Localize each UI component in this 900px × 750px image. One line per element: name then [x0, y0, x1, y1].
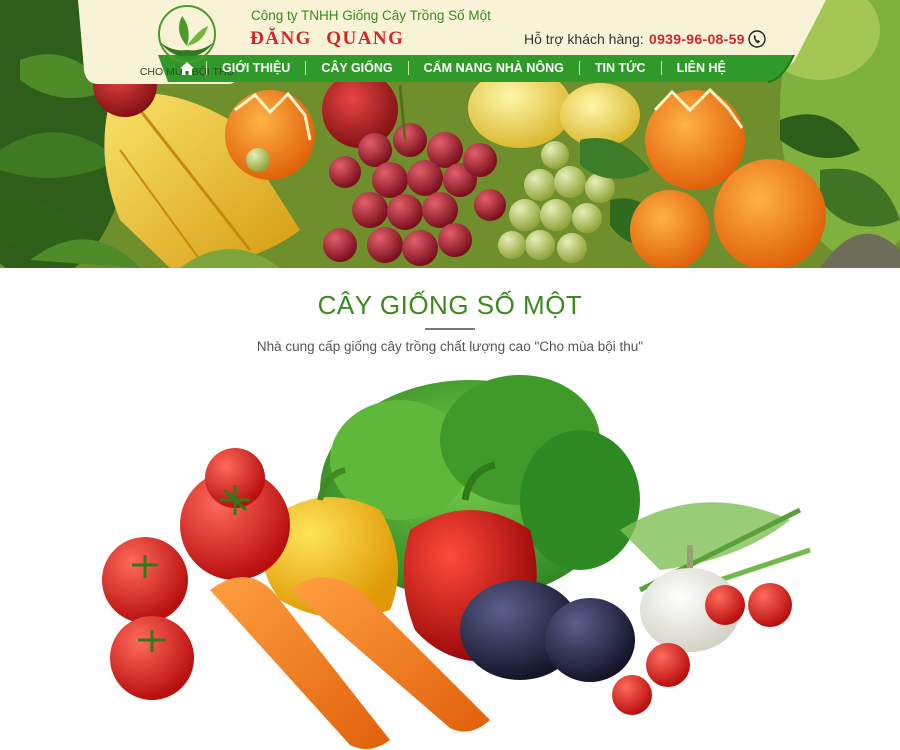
nav-item-cam-nang[interactable]: CẨM NANG NHÀ NÔNG [409, 61, 579, 75]
phone-icon[interactable] [748, 30, 766, 48]
company-name: Công ty TNHH Giống Cây Trồng Số Một [251, 8, 491, 23]
nav-item-tin-tuc[interactable]: TIN TỨC [580, 61, 661, 75]
nav-item-gioi-thieu[interactable]: GIỚI THIỆU [207, 61, 305, 75]
vegetables-image [102, 375, 811, 749]
nav-item-lien-he[interactable]: LIÊN HỆ [662, 61, 741, 75]
hotline-number[interactable]: 0939-96-08-59 [649, 31, 745, 47]
title-divider [425, 328, 475, 330]
section-subtitle: Nhà cung cấp giống cây trồng chất lượng … [256, 339, 644, 354]
main-nav: GIỚI THIỆU CÂY GIỐNG CẨM NANG NHÀ NÔNG T… [158, 53, 798, 83]
brand-name: ĐĂNG QUANG [250, 28, 405, 49]
hero-banner: CHO MÙA BỘI THU Công ty TNHH Giống Cây T… [0, 0, 900, 268]
section-title: CÂY GIỐNG SỐ MỘT [317, 290, 583, 320]
support-label: Hỗ trợ khách hàng: [524, 31, 644, 47]
nav-home[interactable] [158, 61, 206, 75]
home-icon [180, 61, 194, 75]
nav-item-cay-giong[interactable]: CÂY GIỐNG [306, 61, 407, 75]
